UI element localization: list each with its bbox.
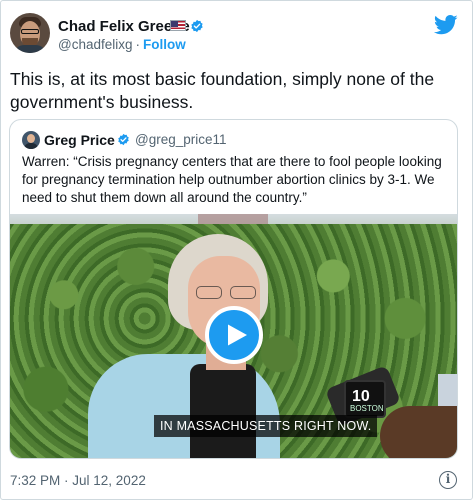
info-icon[interactable]: i: [439, 471, 457, 489]
verified-badge-icon: [191, 19, 203, 33]
quoted-author-name[interactable]: Greg Price: [44, 132, 115, 148]
verified-badge-icon: [118, 133, 129, 146]
tweet-timestamp[interactable]: 7:32 PM · Jul 12, 2022: [10, 473, 146, 488]
quoted-author-handle[interactable]: @greg_price11: [135, 132, 227, 147]
separator-dot: ·: [135, 37, 141, 52]
tweet-text: This is, at its most basic foundation, s…: [10, 69, 435, 112]
play-button[interactable]: [205, 306, 263, 364]
us-flag-icon: [170, 20, 186, 31]
tweet-card: Chad Felix Greene @chadfelixg · Follow Thi…: [0, 0, 473, 500]
video-caption: IN MASSACHUSETTS RIGHT NOW.: [154, 415, 378, 437]
video-player[interactable]: 10 BOSTON IN MASSACHUSETTS RIGHT NOW.: [10, 214, 457, 458]
author-handle[interactable]: @chadfelixg: [58, 37, 133, 52]
quoted-author-avatar[interactable]: [22, 131, 40, 149]
mic-flag: 10 BOSTON: [344, 380, 386, 418]
play-icon: [228, 324, 247, 346]
author-avatar[interactable]: [10, 13, 50, 53]
mic-flag-text: BOSTON: [350, 404, 384, 413]
author-handle-row: @chadfelixg · Follow: [58, 37, 186, 52]
twitter-bird-icon[interactable]: [434, 15, 458, 35]
quoted-tweet[interactable]: Greg Price @greg_price11 Warren: “Crisis…: [9, 119, 458, 459]
follow-button[interactable]: Follow: [143, 37, 186, 52]
quoted-tweet-text: Warren: “Crisis pregnancy centers that a…: [22, 154, 442, 205]
